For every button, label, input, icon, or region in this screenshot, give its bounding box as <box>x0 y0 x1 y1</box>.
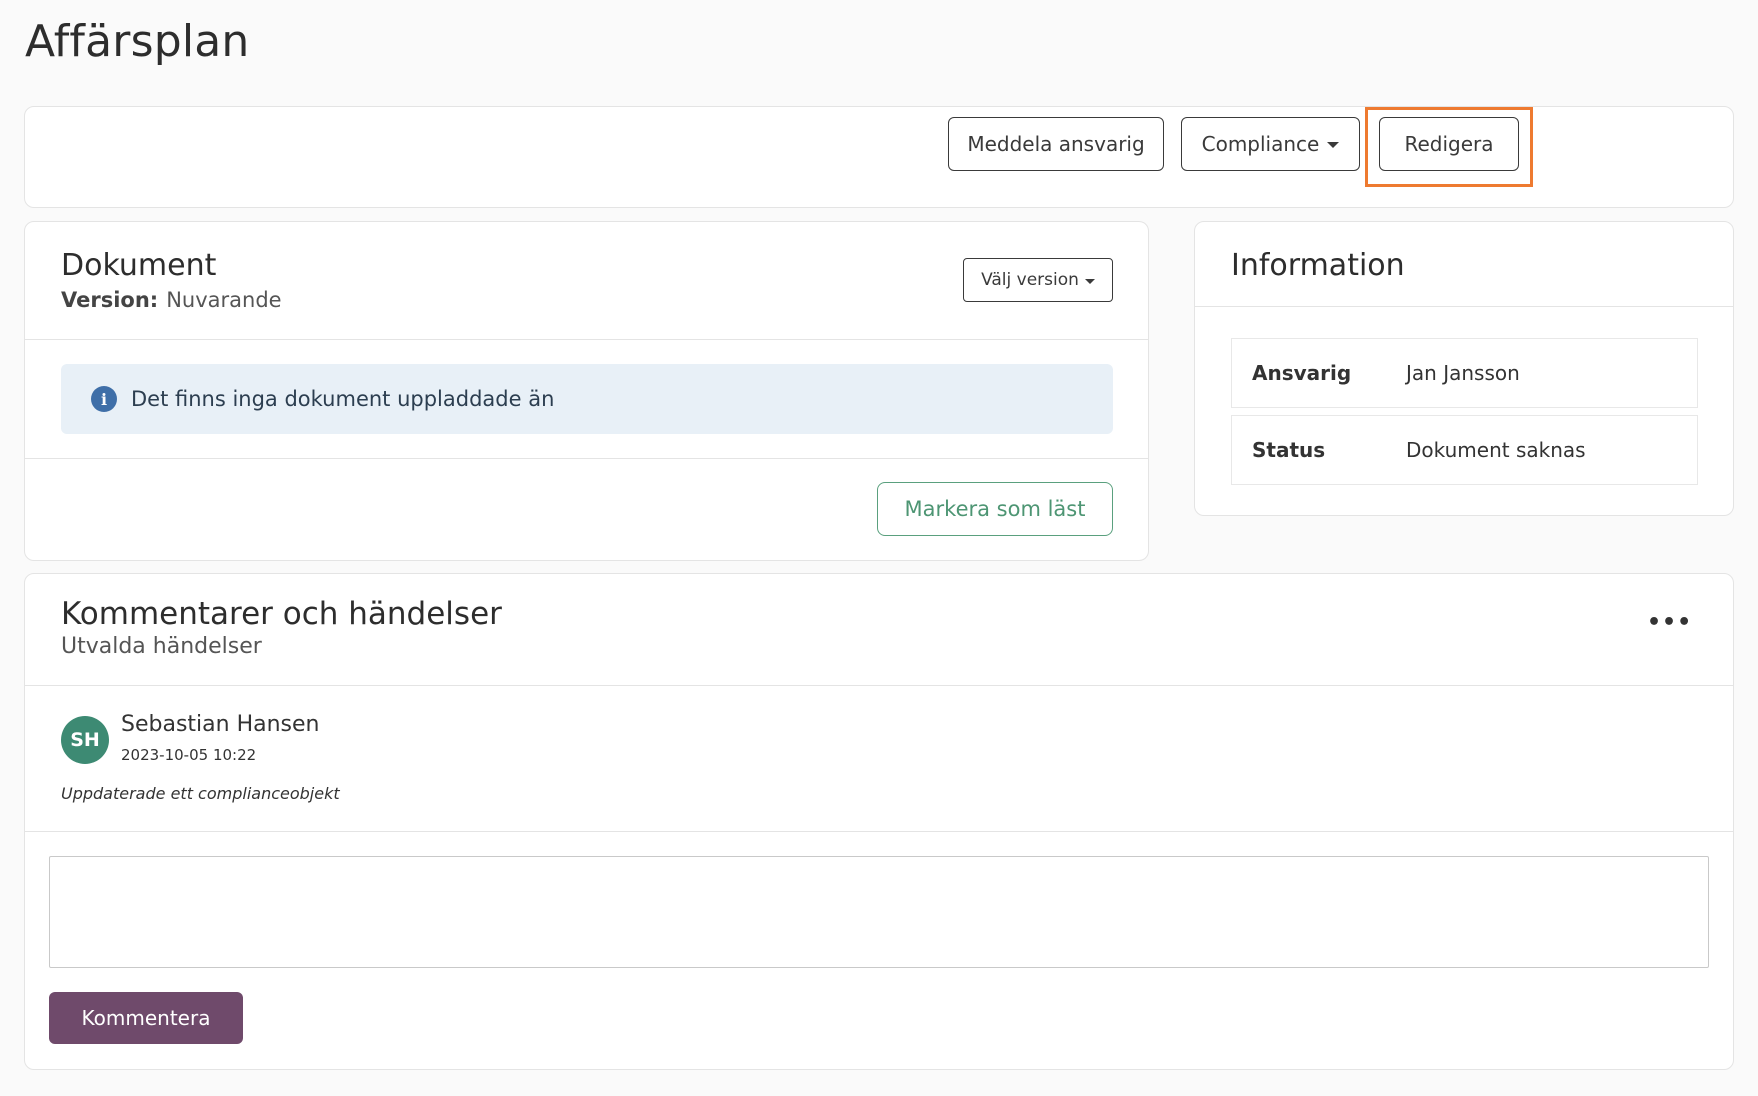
select-version-dropdown[interactable]: Välj version <box>963 258 1113 302</box>
avatar: SH <box>61 716 109 764</box>
version-label: Version: <box>61 288 159 312</box>
document-title: Dokument <box>61 248 217 283</box>
page-title: Affärsplan <box>25 16 250 67</box>
caret-down-icon <box>1084 278 1095 284</box>
info-row-status: Status Dokument saknas <box>1231 415 1698 485</box>
comment-author: Sebastian Hansen <box>121 712 320 737</box>
info-key: Status <box>1252 438 1326 462</box>
info-value: Dokument saknas <box>1406 438 1586 462</box>
information-title: Information <box>1231 248 1405 283</box>
caret-down-icon <box>1327 142 1340 148</box>
select-version-label: Välj version <box>981 270 1079 290</box>
information-panel: Information Ansvarig Jan Jansson Status … <box>1194 221 1734 516</box>
action-toolbar: Meddela ansvarig Compliance Redigera <box>24 106 1734 208</box>
divider <box>25 685 1733 686</box>
edit-label: Redigera <box>1404 132 1494 156</box>
info-row-responsible: Ansvarig Jan Jansson <box>1231 338 1698 408</box>
document-panel: Dokument Version: Nuvarande Välj version … <box>24 221 1149 561</box>
comment-text: Uppdaterade ett complianceobjekt <box>61 784 340 803</box>
more-horizontal-icon[interactable]: ••• <box>1647 610 1692 635</box>
comment-input[interactable] <box>49 856 1709 968</box>
document-version: Version: Nuvarande <box>61 288 282 312</box>
divider <box>1195 306 1733 307</box>
notify-responsible-button[interactable]: Meddela ansvarig <box>948 117 1164 171</box>
mark-as-read-button[interactable]: Markera som läst <box>877 482 1113 536</box>
compliance-label: Compliance <box>1201 132 1320 156</box>
divider <box>25 458 1148 459</box>
info-icon: i <box>91 386 117 412</box>
info-value: Jan Jansson <box>1406 361 1520 385</box>
submit-comment-button[interactable]: Kommentera <box>49 992 243 1044</box>
comment-timestamp: 2023-10-05 10:22 <box>121 746 257 764</box>
alert-text: Det finns inga dokument uppladdade än <box>131 387 555 411</box>
version-value: Nuvarande <box>166 288 282 312</box>
compliance-dropdown-button[interactable]: Compliance <box>1181 117 1360 171</box>
divider <box>25 831 1733 832</box>
comments-panel: Kommentarer och händelser Utvalda händel… <box>24 573 1734 1070</box>
no-documents-alert: i Det finns inga dokument uppladdade än <box>61 364 1113 434</box>
comments-title: Kommentarer och händelser <box>61 596 502 632</box>
info-key: Ansvarig <box>1252 361 1352 385</box>
edit-button[interactable]: Redigera <box>1379 117 1519 171</box>
comments-subtitle: Utvalda händelser <box>61 634 262 659</box>
divider <box>25 339 1148 340</box>
notify-responsible-label: Meddela ansvarig <box>967 132 1145 156</box>
